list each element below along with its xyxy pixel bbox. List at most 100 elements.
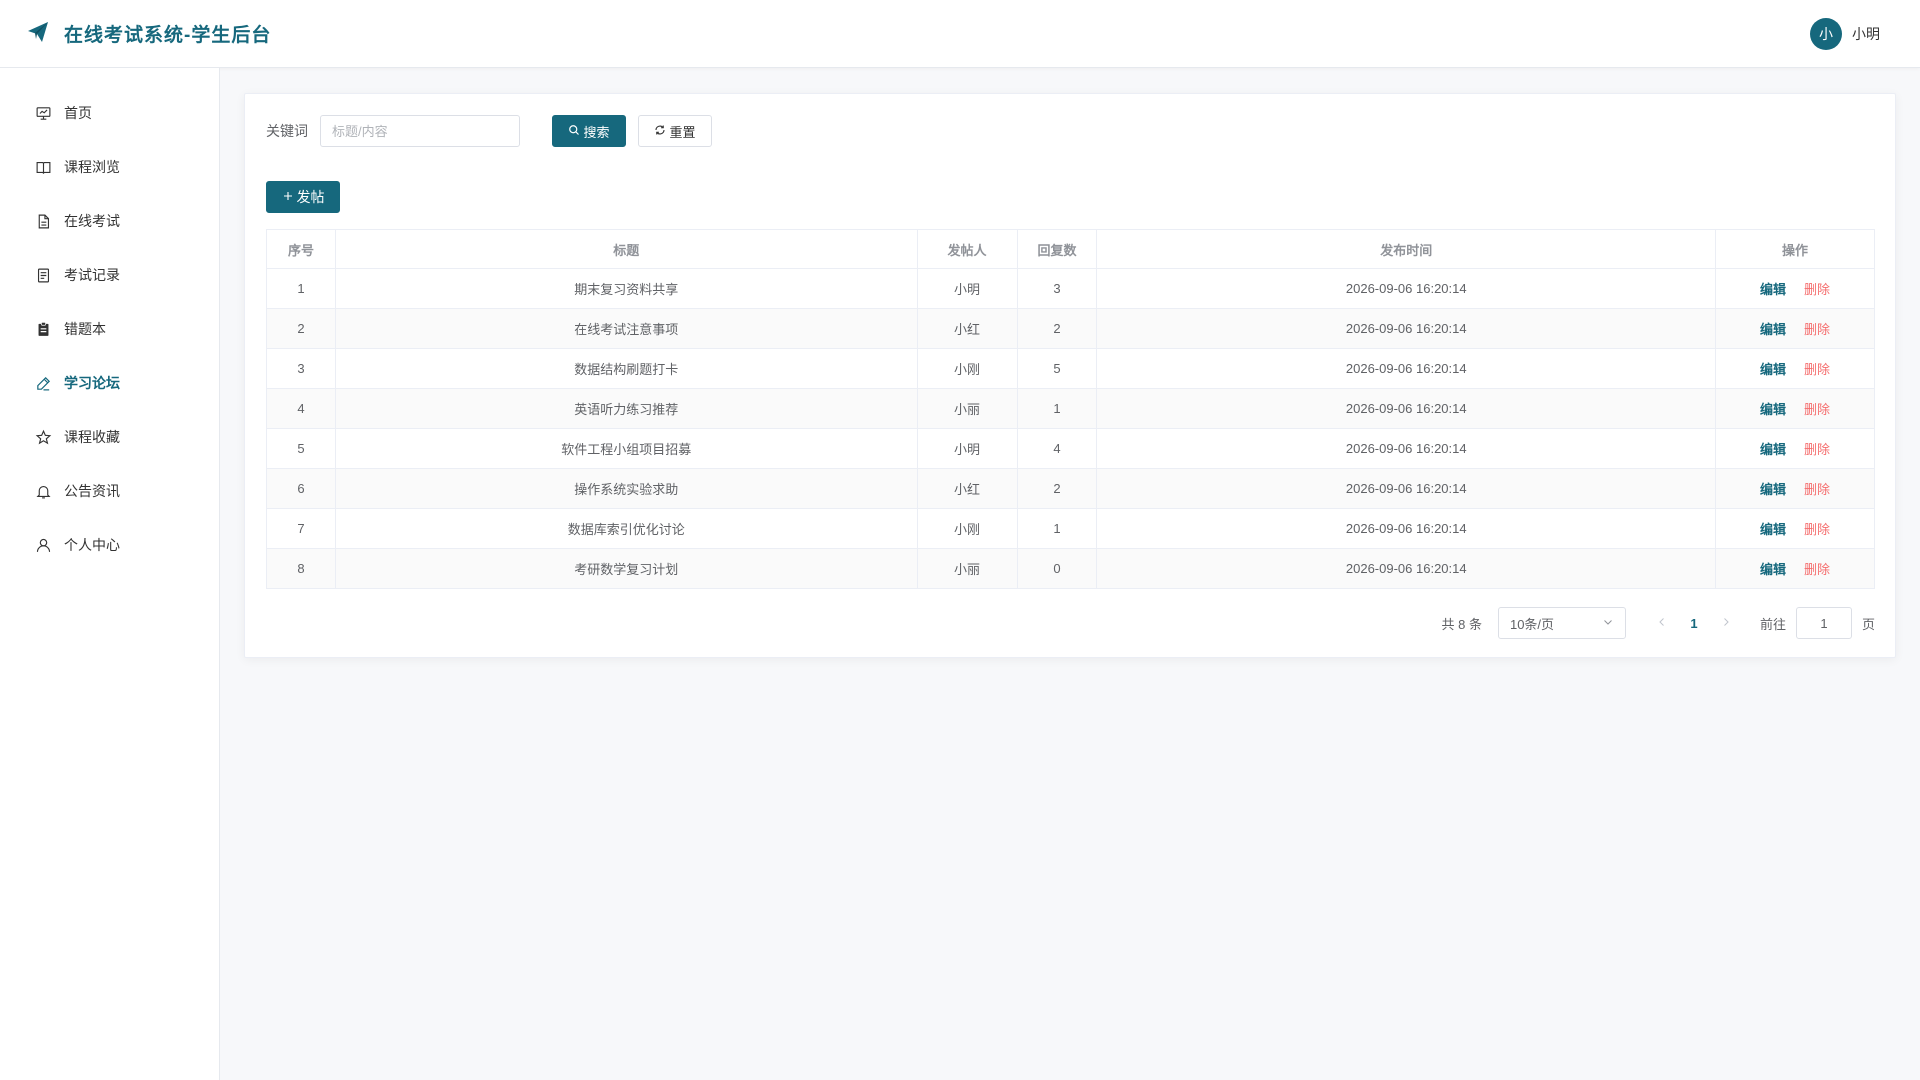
sidebar-item-records[interactable]: 考试记录	[0, 248, 219, 302]
cell-author: 小丽	[917, 548, 1018, 589]
reset-button-label: 重置	[669, 124, 696, 140]
delete-link[interactable]: 删除	[1804, 442, 1830, 457]
sidebar-item-label: 课程浏览	[64, 159, 120, 175]
sidebar-item-home[interactable]: 首页	[0, 86, 219, 140]
app-title: 在线考试系统-学生后台	[64, 25, 272, 46]
cell-title: 软件工程小组项目招募	[335, 428, 918, 469]
cell-author: 小明	[917, 428, 1018, 469]
search-button-label: 搜索	[583, 124, 610, 140]
avatar[interactable]: 小	[1810, 18, 1842, 50]
cell-actions: 编辑 删除	[1715, 428, 1875, 469]
page-unit-label: 页	[1861, 616, 1875, 632]
delete-link[interactable]: 删除	[1804, 482, 1830, 497]
new-post-label: 发帖	[296, 189, 325, 205]
cell-actions: 编辑 删除	[1715, 388, 1875, 429]
cell-time: 2026-09-06 16:20:14	[1096, 468, 1717, 509]
delete-link[interactable]: 删除	[1804, 562, 1830, 577]
user-menu[interactable]: 小 小明	[1810, 18, 1880, 50]
edit-link[interactable]: 编辑	[1760, 442, 1786, 457]
sidebar-item-label: 考试记录	[64, 267, 120, 283]
sidebar-item-profile[interactable]: 个人中心	[0, 518, 219, 572]
cell-author: 小刚	[917, 348, 1018, 389]
cell-title: 英语听力练习推荐	[335, 388, 918, 429]
table-row: 3 数据结构刷题打卡 小刚 5 2026-09-06 16:20:14 编辑 删除	[266, 348, 1875, 389]
cell-index: 6	[266, 468, 336, 509]
sidebar-item-wrongbook[interactable]: 错题本	[0, 302, 219, 356]
table-row: 7 数据库索引优化讨论 小刚 1 2026-09-06 16:20:14 编辑 删…	[266, 508, 1875, 549]
document-icon	[34, 212, 52, 230]
cell-replies: 1	[1017, 388, 1098, 429]
cell-index: 1	[266, 268, 336, 309]
sidebar-item-label: 个人中心	[64, 537, 120, 553]
cell-replies: 0	[1017, 548, 1098, 589]
book-icon	[34, 158, 52, 176]
edit-link[interactable]: 编辑	[1760, 282, 1786, 297]
user-name[interactable]: 小明	[1852, 24, 1880, 44]
cell-index: 2	[266, 308, 336, 349]
edit-link[interactable]: 编辑	[1760, 522, 1786, 537]
edit-link[interactable]: 编辑	[1760, 562, 1786, 577]
search-icon	[568, 124, 583, 139]
sidebar-item-exam[interactable]: 在线考试	[0, 194, 219, 248]
sidebar-item-courses[interactable]: 课程浏览	[0, 140, 219, 194]
top-header: 在线考试系统-学生后台 小 小明	[0, 0, 1920, 68]
chevron-right-icon	[1720, 616, 1732, 631]
goto-page-input[interactable]	[1795, 607, 1852, 639]
sidebar-item-label: 公告资讯	[64, 483, 120, 499]
cell-replies: 2	[1017, 308, 1098, 349]
page-size-select[interactable]: 10条/页	[1497, 607, 1626, 639]
cell-actions: 编辑 删除	[1715, 308, 1875, 349]
search-button[interactable]: 搜索	[552, 115, 626, 147]
sidebar-item-label: 课程收藏	[64, 429, 120, 445]
goto-label: 前往	[1759, 616, 1786, 632]
cell-title: 操作系统实验求助	[335, 468, 918, 509]
delete-link[interactable]: 删除	[1804, 522, 1830, 537]
plus-icon	[282, 189, 297, 205]
edit-link[interactable]: 编辑	[1760, 402, 1786, 417]
cell-replies: 5	[1017, 348, 1098, 389]
column-header-actions: 操作	[1715, 229, 1875, 269]
cell-replies: 2	[1017, 468, 1098, 509]
paper-plane-icon	[26, 20, 50, 47]
pagination-total: 共 8 条	[1441, 616, 1482, 632]
cell-title: 考研数学复习计划	[335, 548, 918, 589]
new-post-button[interactable]: 发帖	[266, 181, 340, 213]
next-page-button[interactable]	[1710, 607, 1742, 639]
cell-replies: 1	[1017, 508, 1098, 549]
forum-panel: 关键词 搜索 重置 发帖 序号 标题 发帖人 回复数 发布时间 操作	[244, 93, 1896, 658]
cell-title: 数据库索引优化讨论	[335, 508, 918, 549]
sidebar-item-label: 首页	[64, 105, 92, 121]
page-size-value: 10条/页	[1509, 616, 1555, 632]
cell-actions: 编辑 删除	[1715, 548, 1875, 589]
table-row: 1 期末复习资料共享 小明 3 2026-09-06 16:20:14 编辑 删除	[266, 268, 1875, 309]
cell-index: 4	[266, 388, 336, 429]
sidebar-item-forum[interactable]: 学习论坛	[0, 356, 219, 410]
page-number[interactable]: 1	[1678, 607, 1710, 639]
refresh-icon	[654, 124, 669, 139]
column-header-title: 标题	[335, 229, 918, 269]
cell-index: 8	[266, 548, 336, 589]
cell-author: 小红	[917, 468, 1018, 509]
cell-time: 2026-09-06 16:20:14	[1096, 308, 1717, 349]
sidebar-item-favorites[interactable]: 课程收藏	[0, 410, 219, 464]
cell-title: 在线考试注意事项	[335, 308, 918, 349]
edit-link[interactable]: 编辑	[1760, 322, 1786, 337]
delete-link[interactable]: 删除	[1804, 402, 1830, 417]
delete-link[interactable]: 删除	[1804, 362, 1830, 377]
star-icon	[34, 428, 52, 446]
prev-page-button[interactable]	[1646, 607, 1678, 639]
sidebar-item-announcements[interactable]: 公告资讯	[0, 464, 219, 518]
bell-icon	[34, 482, 52, 500]
forum-table: 序号 标题 发帖人 回复数 发布时间 操作 1 期末复习资料共享 小明 3 20…	[266, 229, 1875, 589]
delete-link[interactable]: 删除	[1804, 282, 1830, 297]
cell-time: 2026-09-06 16:20:14	[1096, 428, 1717, 469]
edit-link[interactable]: 编辑	[1760, 482, 1786, 497]
cell-replies: 4	[1017, 428, 1098, 469]
delete-link[interactable]: 删除	[1804, 322, 1830, 337]
cell-actions: 编辑 删除	[1715, 508, 1875, 549]
edit-link[interactable]: 编辑	[1760, 362, 1786, 377]
search-input[interactable]	[320, 115, 520, 147]
chevron-down-icon	[1602, 616, 1614, 631]
reset-button[interactable]: 重置	[638, 115, 712, 147]
pagination: 共 8 条 10条/页 1 前往 页	[1441, 607, 1875, 639]
